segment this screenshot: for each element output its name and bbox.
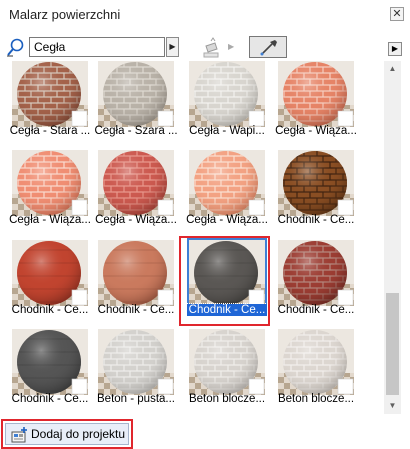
material-label: Cegła - Stara ... <box>9 125 91 137</box>
material-thumbnail <box>98 61 174 127</box>
material-tile[interactable]: Beton - pusta... <box>93 327 179 409</box>
material-thumbnail <box>189 329 265 395</box>
material-label: Cegła - Wiąza... <box>9 214 91 226</box>
window-title: Malarz powierzchni <box>9 7 121 22</box>
material-thumbnail <box>98 240 174 306</box>
material-sphere-icon <box>12 61 88 127</box>
material-tile[interactable]: Chodnik - Ce... <box>7 327 93 409</box>
material-sphere-icon <box>189 61 265 127</box>
material-tile[interactable]: Chodnik - Ce... <box>7 238 93 320</box>
material-tile[interactable]: Beton blocze... <box>184 327 270 409</box>
material-tile[interactable]: Chodnik - Ce... <box>93 238 179 320</box>
selection-highlight-frame <box>179 236 270 326</box>
material-thumbnail <box>98 150 174 216</box>
material-sphere-icon <box>189 329 265 395</box>
panel-options-arrow-icon[interactable]: ▶ <box>388 42 402 56</box>
close-button[interactable]: ✕ <box>390 7 404 21</box>
title-bar: Malarz powierzchni ✕ <box>0 0 410 30</box>
scroll-up-icon[interactable]: ▲ <box>384 61 401 77</box>
material-label: Cegła - Szara ... <box>94 125 178 137</box>
search-filter-icon[interactable] <box>5 37 27 59</box>
material-label: Cegła - Wiąza... <box>186 214 268 226</box>
material-thumbnail <box>278 61 354 127</box>
paint-bucket-icon[interactable] <box>201 37 223 59</box>
material-thumbnail <box>12 240 88 306</box>
material-sphere-icon <box>189 150 265 216</box>
material-tile[interactable]: Cegła - Wapi... <box>184 61 270 141</box>
search-input[interactable] <box>29 37 165 57</box>
material-sphere-icon <box>12 329 88 395</box>
scroll-down-icon[interactable]: ▼ <box>384 398 401 414</box>
material-sphere-icon <box>278 61 354 127</box>
material-label: Chodnik - Ce... <box>277 304 355 316</box>
material-thumbnail <box>12 61 88 127</box>
material-tile[interactable]: Cegła - Wiąza... <box>184 148 270 230</box>
material-thumbnail <box>189 61 265 127</box>
material-label: Beton blocze... <box>277 393 355 405</box>
material-label: Chodnik - Ce... <box>277 214 355 226</box>
material-label: Chodnik - Ce... <box>97 304 175 316</box>
material-label: Beton - pusta... <box>97 393 175 405</box>
vertical-scrollbar[interactable]: ▲ ▼ <box>384 61 401 414</box>
material-label: Beton blocze... <box>188 393 266 405</box>
scrollbar-thumb[interactable] <box>386 293 399 395</box>
material-tile[interactable]: Chodnik - Ce... <box>273 148 359 230</box>
material-tile[interactable]: Cegła - Szara ... <box>93 61 179 141</box>
material-tile[interactable]: Chodnik - Ce... <box>273 238 359 320</box>
material-thumbnail <box>189 150 265 216</box>
add-button-highlight-frame <box>1 419 133 449</box>
material-sphere-icon <box>98 329 174 395</box>
paint-menu-arrow-icon[interactable]: ▶ <box>228 42 234 51</box>
material-label: Cegła - Wiąza... <box>95 214 177 226</box>
material-tile[interactable]: Cegła - Stara ... <box>7 61 93 141</box>
material-label: Cegła - Wapi... <box>189 125 265 137</box>
material-label: Cegła - Wiąza... <box>275 125 357 137</box>
material-sphere-icon <box>98 150 174 216</box>
material-tile[interactable]: Cegła - Wiąza... <box>93 148 179 230</box>
material-sphere-icon <box>278 150 354 216</box>
eyedropper-button[interactable] <box>249 36 287 58</box>
material-tile[interactable]: Beton blocze... <box>273 327 359 409</box>
material-sphere-icon <box>98 61 174 127</box>
material-thumbnail <box>278 240 354 306</box>
eyedropper-icon <box>260 40 277 56</box>
search-menu-arrow-icon[interactable]: ▶ <box>166 37 179 57</box>
material-tile[interactable]: Cegła - Wiąza... <box>7 148 93 230</box>
material-label: Chodnik - Ce... <box>11 393 89 405</box>
material-sphere-icon <box>12 150 88 216</box>
material-thumbnail <box>12 150 88 216</box>
material-sphere-icon <box>278 240 354 306</box>
material-thumbnail <box>278 329 354 395</box>
material-label: Chodnik - Ce... <box>11 304 89 316</box>
material-thumbnail <box>12 329 88 395</box>
material-thumbnail <box>278 150 354 216</box>
material-thumbnail <box>98 329 174 395</box>
material-sphere-icon <box>98 240 174 306</box>
footer-bar: Dodaj do projektu <box>0 416 410 449</box>
material-tile[interactable]: Cegła - Wiąza... <box>273 61 359 141</box>
material-sphere-icon <box>278 329 354 395</box>
toolbar: ▶ ▶ <box>0 30 410 64</box>
material-sphere-icon <box>12 240 88 306</box>
